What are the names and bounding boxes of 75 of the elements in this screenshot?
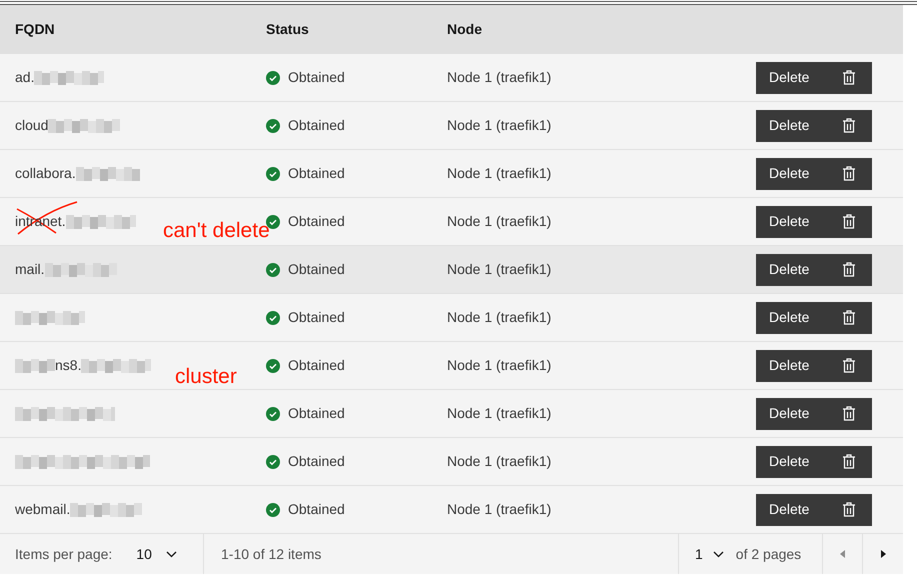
annotation-note: can't delete xyxy=(163,220,270,241)
table-cell: Node 1 (traefik1) xyxy=(447,117,552,133)
trash-icon xyxy=(843,310,855,325)
delete-button[interactable]: Delete xyxy=(756,110,872,142)
status-text: Obtained xyxy=(288,68,345,87)
trash-icon xyxy=(843,214,855,229)
delete-button[interactable]: Delete xyxy=(756,494,872,526)
table-cell: Node 1 (traefik1) xyxy=(447,165,552,181)
page-select[interactable]: 1 xyxy=(695,544,724,564)
check-circle-icon xyxy=(266,502,280,516)
trash-icon xyxy=(843,262,855,277)
check-circle-icon xyxy=(266,166,280,180)
status-text: Obtained xyxy=(288,164,345,183)
delete-button[interactable]: Delete xyxy=(756,398,872,430)
table-cell: Node 1 (traefik1) xyxy=(447,357,552,373)
status-text: Obtained xyxy=(288,404,345,423)
delete-button[interactable]: Delete xyxy=(756,302,872,334)
table-cell: Node 1 (traefik1) xyxy=(447,501,552,517)
trash-icon xyxy=(843,118,855,133)
status-text: Obtained xyxy=(288,308,345,327)
table-cell-text: webmail. xyxy=(15,500,70,519)
table-cell: Node 1 (traefik1) xyxy=(447,213,552,229)
status-text: Obtained xyxy=(288,500,345,519)
delete-button[interactable]: Delete xyxy=(756,254,872,286)
caret-left-icon xyxy=(840,550,845,558)
status-text: Obtained xyxy=(288,116,345,135)
column-header: Node xyxy=(447,20,482,36)
column-header: FQDN xyxy=(15,20,55,36)
redacted-text xyxy=(15,358,55,372)
check-circle-icon xyxy=(266,262,280,276)
items-per-page-label: Items per page: xyxy=(15,544,112,564)
table-cell: Node 1 (traefik1) xyxy=(447,69,552,85)
items-per-page-select[interactable]: 10 xyxy=(136,544,177,564)
delete-button[interactable]: Delete xyxy=(756,350,872,382)
chevron-down-icon xyxy=(166,550,177,558)
redacted-text xyxy=(81,358,152,372)
table-cell: Node 1 (traefik1) xyxy=(447,405,552,421)
redacted-text xyxy=(15,310,85,324)
status-text: Obtained xyxy=(288,356,345,375)
trash-icon xyxy=(843,166,855,181)
page-count: of 2 pages xyxy=(736,544,802,564)
delete-button[interactable]: Delete xyxy=(756,446,872,478)
status-text: Obtained xyxy=(288,212,345,231)
trash-icon xyxy=(843,502,855,517)
delete-button[interactable]: Delete xyxy=(756,206,872,238)
delete-button[interactable]: Delete xyxy=(756,62,872,94)
caret-right-icon xyxy=(880,550,886,558)
status-text: Obtained xyxy=(288,452,345,471)
table-cell-text: collabora. xyxy=(15,164,76,183)
chevron-down-icon xyxy=(712,550,724,558)
check-circle-icon xyxy=(266,118,280,132)
table-cell-text: ns8. xyxy=(55,356,82,375)
table-cell: Node 1 (traefik1) xyxy=(447,261,552,277)
trash-icon xyxy=(843,70,855,85)
redacted-text xyxy=(66,214,136,228)
table-cell-text: ad. xyxy=(15,68,34,87)
check-circle-icon xyxy=(266,310,280,324)
table-cell: Node 1 (traefik1) xyxy=(447,453,552,469)
item-range: 1-10 of 12 items xyxy=(221,546,322,562)
column-header: Status xyxy=(266,20,309,36)
redacted-text xyxy=(76,166,140,180)
delete-button[interactable]: Delete xyxy=(756,158,872,190)
status-text: Obtained xyxy=(288,260,345,279)
check-circle-icon xyxy=(266,358,280,372)
trash-icon xyxy=(843,454,855,469)
table-cell: Node 1 (traefik1) xyxy=(447,309,552,325)
trash-icon xyxy=(843,358,855,373)
trash-icon xyxy=(843,406,855,421)
check-circle-icon xyxy=(266,70,280,84)
check-circle-icon xyxy=(266,406,280,420)
annotation-note: cluster xyxy=(175,366,237,387)
table-cell-text: mail. xyxy=(15,260,45,279)
table-cell-text: cloud xyxy=(15,116,48,135)
check-circle-icon xyxy=(266,454,280,468)
redacted-text xyxy=(34,70,104,84)
